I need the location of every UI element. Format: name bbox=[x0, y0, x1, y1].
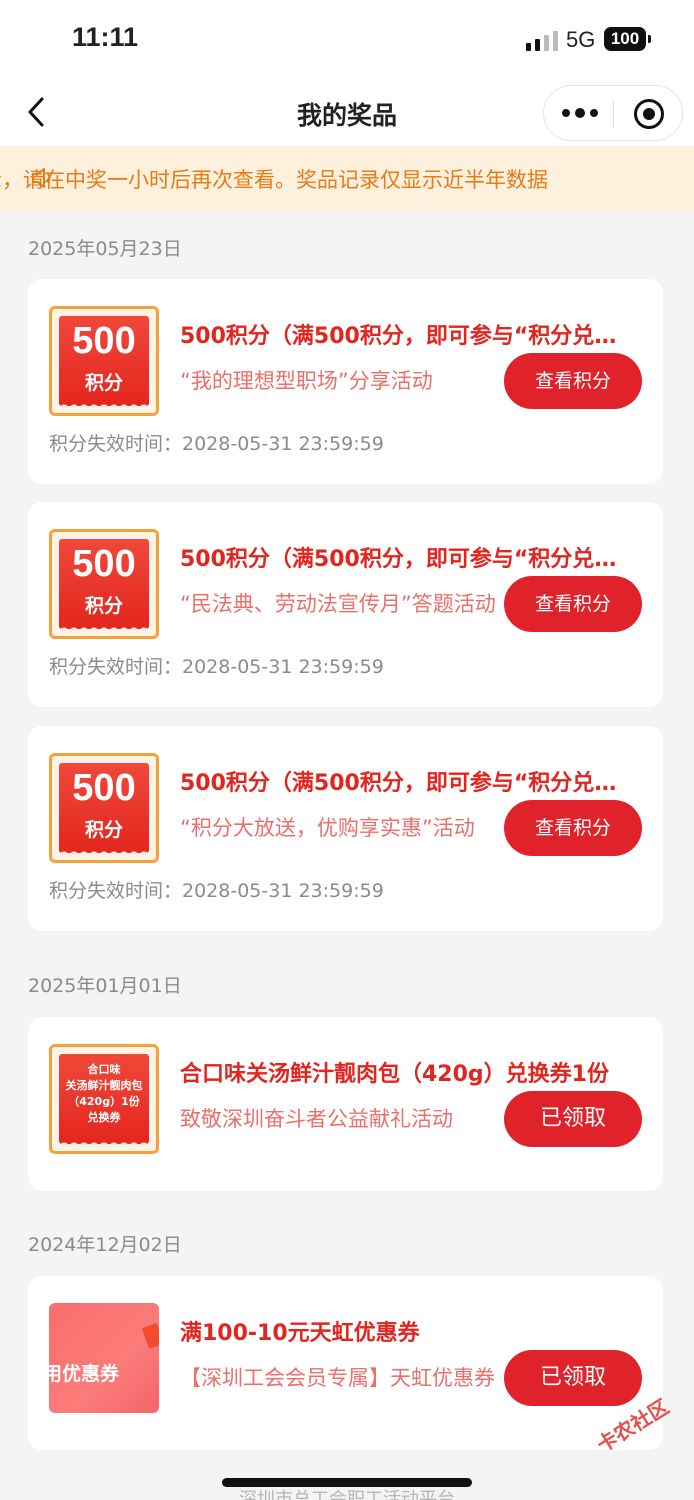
capsule-divider bbox=[613, 100, 614, 128]
points-amount: 500 bbox=[72, 320, 136, 362]
prize-source: 致敬深圳奋斗者公益献礼活动 bbox=[180, 1107, 453, 1131]
prize-card: 500 积分 500积分（满500积分，即可参与“积分兑换”） “我的理想型职场”… bbox=[28, 279, 663, 484]
prize-card: 500 积分 500积分（满500积分，即可参与“积分兑换”） “积分大放送，优购… bbox=[28, 726, 663, 931]
date-header: 2025年05月23日 bbox=[28, 238, 182, 260]
battery-icon: 100 bbox=[604, 27, 651, 51]
notice-bar: 已发放的奖品如未显示，请在中奖一小时后再次查看。奖品记录仅显示近半年数据 bbox=[0, 146, 694, 212]
expire-time: 积分失效时间：2028-05-31 23:59:59 bbox=[49, 880, 384, 902]
prize-title: 500积分（满500积分，即可参与“积分兑换”） bbox=[180, 547, 630, 572]
points-amount: 500 bbox=[72, 543, 136, 585]
prize-card: 500 积分 500积分（满500积分，即可参与“积分兑换”） “民法典、劳动法宣… bbox=[28, 502, 663, 707]
status-time: 11:11 bbox=[72, 22, 139, 52]
status-bar: 11:11 5G 100 bbox=[0, 0, 694, 80]
points-thumbnail: 500 积分 bbox=[49, 306, 159, 416]
view-points-button[interactable]: 查看积分 bbox=[504, 576, 642, 632]
prize-source: “积分大放送，优购享实惠”活动 bbox=[180, 816, 475, 840]
claimed-button[interactable]: 已领取 bbox=[504, 1350, 642, 1406]
prize-card: 用优惠券 满100-10元天虹优惠券 【深圳工会会员专属】天虹优惠券 已领取 bbox=[28, 1276, 663, 1450]
coupon-thumbnail: 合口味 关汤鲜汁靓肉包 （420g）1份 兑换券 bbox=[49, 1044, 159, 1154]
notice-text: 已发放的奖品如未显示，请在中奖一小时后再次查看。奖品记录仅显示近半年数据 bbox=[0, 168, 548, 192]
prize-title: 合口味关汤鲜汁靓肉包（420g）兑换券1份 bbox=[180, 1062, 609, 1087]
home-indicator[interactable] bbox=[222, 1478, 472, 1487]
claimed-button[interactable]: 已领取 bbox=[504, 1091, 642, 1147]
more-icon[interactable] bbox=[562, 106, 598, 122]
expire-time: 积分失效时间：2028-05-31 23:59:59 bbox=[49, 656, 384, 678]
points-amount: 500 bbox=[72, 767, 136, 809]
prize-title: 500积分（满500积分，即可参与“积分兑换”） bbox=[180, 771, 630, 796]
prize-title: 满100-10元天虹优惠券 bbox=[180, 1321, 420, 1346]
prize-title: 500积分（满500积分，即可参与“积分兑换”） bbox=[180, 324, 630, 349]
view-points-button[interactable]: 查看积分 bbox=[504, 800, 642, 856]
points-thumbnail: 500 积分 bbox=[49, 529, 159, 639]
prize-source: “我的理想型职场”分享活动 bbox=[180, 369, 433, 393]
prize-card: 合口味 关汤鲜汁靓肉包 （420g）1份 兑换券 合口味关汤鲜汁靓肉包（420g… bbox=[28, 1017, 663, 1191]
expire-time: 积分失效时间：2028-05-31 23:59:59 bbox=[49, 433, 384, 455]
points-unit: 积分 bbox=[84, 819, 123, 841]
prize-source: 【深圳工会会员专属】天虹优惠券 bbox=[180, 1366, 495, 1390]
date-header: 2025年01月01日 bbox=[28, 975, 182, 997]
coupon-decoration bbox=[141, 1322, 159, 1350]
coupon-thumbnail-text: 合口味 关汤鲜汁靓肉包 （420g）1份 兑换券 bbox=[65, 1063, 143, 1124]
points-thumbnail: 500 积分 bbox=[49, 753, 159, 863]
points-unit: 积分 bbox=[84, 372, 123, 394]
signal-icon bbox=[526, 29, 558, 51]
view-points-button[interactable]: 查看积分 bbox=[504, 353, 642, 409]
points-unit: 积分 bbox=[84, 595, 123, 617]
date-header: 2024年12月02日 bbox=[28, 1234, 182, 1256]
nav-bar: 我的奖品 bbox=[0, 80, 694, 146]
miniprogram-capsule bbox=[543, 85, 683, 141]
coupon-thumbnail: 用优惠券 bbox=[49, 1303, 159, 1413]
coupon-thumbnail-text: 用优惠券 bbox=[49, 1363, 120, 1385]
footer-text: 深圳市总工会职工活动平台 bbox=[239, 1489, 455, 1500]
close-miniprogram-icon[interactable] bbox=[634, 99, 664, 129]
network-type: 5G bbox=[566, 27, 596, 52]
prize-source: “民法典、劳动法宣传月”答题活动 bbox=[180, 592, 496, 616]
